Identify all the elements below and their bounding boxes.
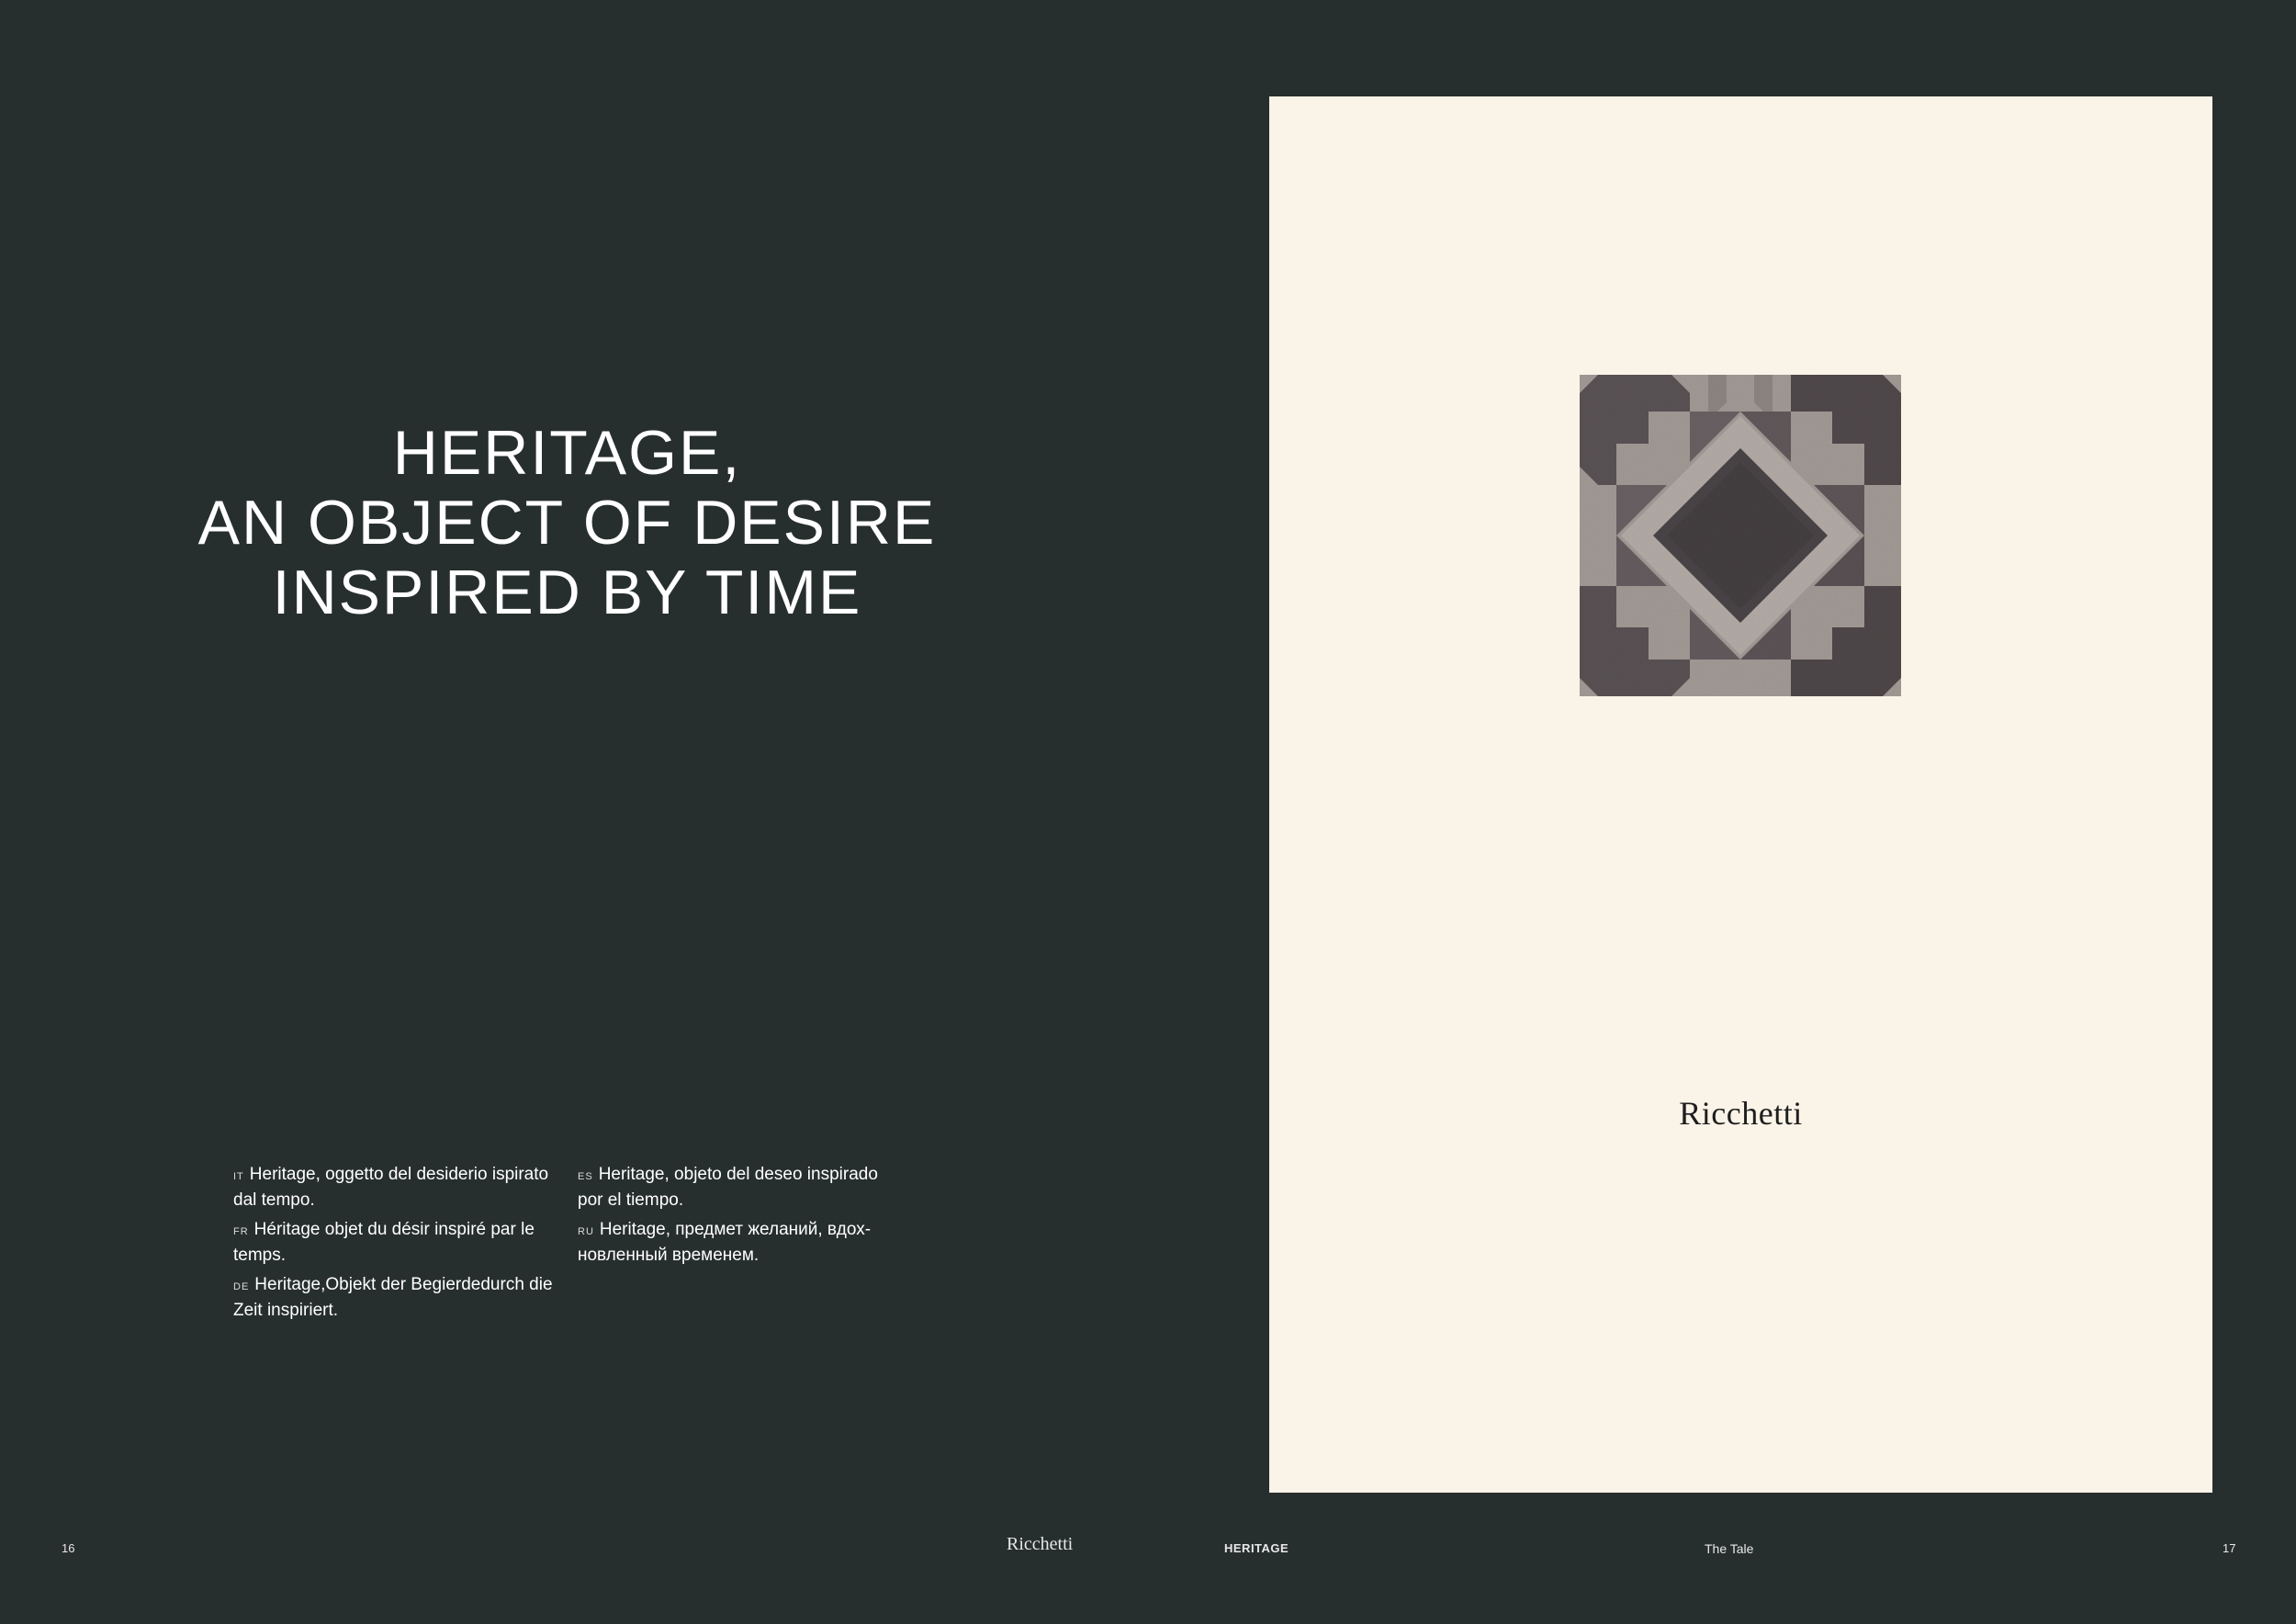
translation-de: DE Heritage,Objekt der Begierdedurch die …: [233, 1273, 555, 1323]
lang-code: RU: [578, 1226, 594, 1237]
heritage-tile-pattern-icon: [1580, 375, 1901, 696]
translation-it: IT Heritage, oggetto del desiderio ispira…: [233, 1163, 555, 1212]
headline-line-1: HERITAGE,: [392, 418, 742, 488]
translation-text: Héritage objet du désir inspiré par le t…: [233, 1220, 535, 1265]
lang-code: DE: [233, 1281, 250, 1292]
cream-panel: Ricchetti: [1269, 96, 2212, 1493]
headline-line-2: AN OBJECT OF DESIRE: [197, 488, 937, 558]
lang-code: ES: [578, 1171, 593, 1182]
page-number-right: 17: [2223, 1541, 2236, 1555]
translation-ru: RU Heritage, предмет желаний, вдох-новлен…: [578, 1218, 899, 1268]
headline-line-3: INSPIRED BY TIME: [272, 558, 862, 627]
translation-text: Heritage, objeto del deseo inspirado por…: [578, 1165, 878, 1210]
footer-logo: Ricchetti: [1007, 1534, 1074, 1554]
brand-logo: Ricchetti: [1679, 1095, 1803, 1132]
page-number-left: 16: [62, 1541, 75, 1555]
footer-chapter: The Tale: [1705, 1541, 1754, 1556]
translations-column-left: IT Heritage, oggetto del desiderio ispira…: [233, 1163, 555, 1328]
translation-text: Heritage,Objekt der Begierdedurch die Ze…: [233, 1275, 553, 1320]
footer-section: HERITAGE: [1224, 1541, 1289, 1555]
translation-text: Heritage, предмет желаний, вдох-новленны…: [578, 1220, 872, 1265]
headline: HERITAGE, AN OBJECT OF DESIRE INSPIRED B…: [147, 418, 987, 627]
lang-code: FR: [233, 1226, 249, 1237]
translation-es: ES Heritage, objeto del deseo inspirado p…: [578, 1163, 899, 1212]
translation-fr: FR Héritage objet du désir inspiré par le…: [233, 1218, 555, 1268]
lang-code: IT: [233, 1171, 244, 1182]
translations-column-right: ES Heritage, objeto del deseo inspirado p…: [578, 1163, 899, 1273]
translation-text: Heritage, oggetto del desiderio ispirato…: [233, 1165, 549, 1210]
